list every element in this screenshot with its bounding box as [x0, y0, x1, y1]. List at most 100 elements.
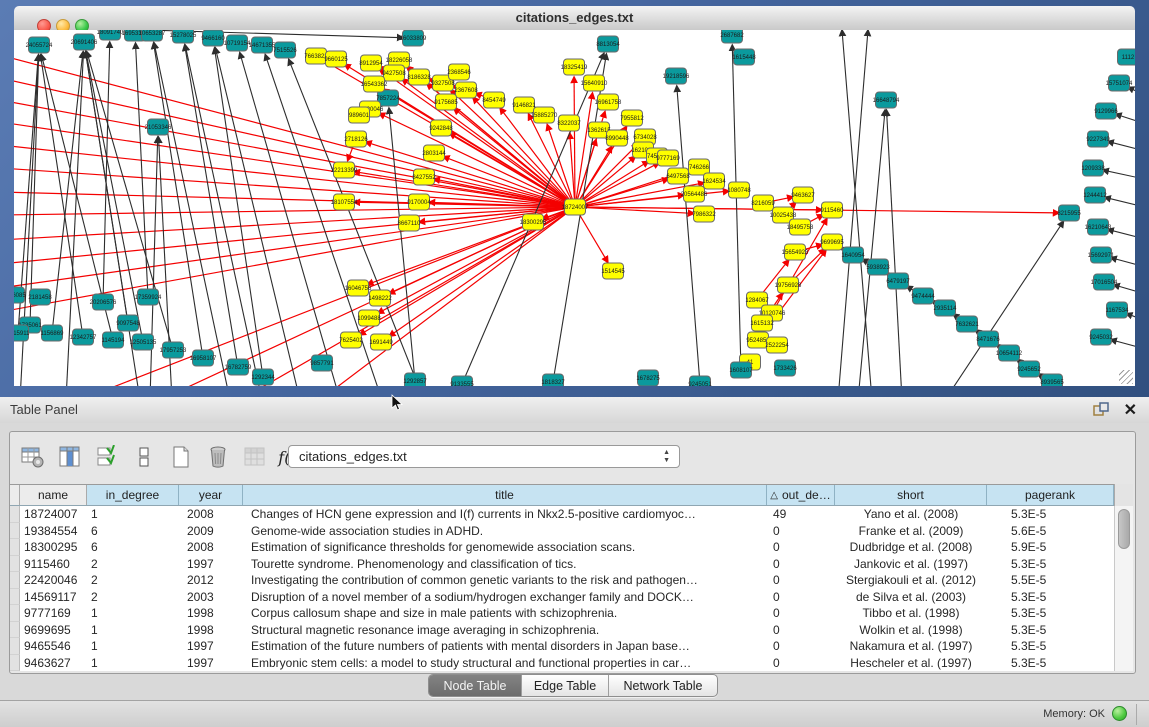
network-window-titlebar[interactable]: citations_edges.txt	[14, 6, 1135, 31]
graph-node[interactable]: 9245051	[688, 376, 712, 386]
table-cell[interactable]: 19384554	[20, 523, 87, 540]
graph-node[interactable]: 24055724	[26, 37, 53, 53]
table-cell[interactable]: 1997	[179, 638, 243, 655]
column-header-out_de[interactable]: △out_de…	[767, 485, 835, 505]
graph-node[interactable]: 6497568	[666, 168, 690, 184]
table-cell[interactable]: 0	[767, 638, 835, 655]
table-cell[interactable]: 5.9E-5	[987, 539, 1114, 556]
graph-node[interactable]: 19218596	[663, 68, 690, 84]
graph-node[interactable]: 9660125	[324, 51, 348, 67]
table-cell[interactable]: 9463627	[20, 655, 87, 672]
graph-node[interactable]: 2367608	[454, 82, 478, 98]
close-panel-icon[interactable]: ✕	[1124, 400, 1137, 420]
graph-node[interactable]: 2718126	[344, 131, 368, 147]
table-cell[interactable]: Wolkin et al. (1998)	[835, 622, 987, 639]
table-cell[interactable]: Tourette syndrome. Phenomenology and cla…	[243, 556, 767, 573]
graph-node[interactable]: 8990448	[605, 130, 629, 146]
graph-node[interactable]: 3915911	[14, 325, 30, 341]
table-cell[interactable]: 6	[87, 539, 179, 556]
delete-column-icon[interactable]	[204, 443, 232, 471]
table-cell[interactable]: 9115460	[20, 556, 87, 573]
graph-node[interactable]: 2935114	[934, 300, 958, 316]
graph-node[interactable]: 17957253	[160, 342, 187, 358]
graph-node[interactable]: 16033809	[400, 30, 427, 46]
graph-node[interactable]: 8813054	[596, 36, 620, 52]
table-row[interactable]: 969969511998Structural magnetic resonanc…	[10, 622, 1133, 639]
table-cell[interactable]: Genome-wide association studies in ADHD.	[243, 523, 767, 540]
table-cell[interactable]: 5.3E-5	[987, 622, 1114, 639]
graph-node[interactable]: 16958107	[190, 350, 217, 366]
graph-node[interactable]: 18325419	[561, 59, 588, 75]
graph-node[interactable]: 5938923	[866, 259, 890, 275]
graph-node[interactable]: 1818327	[541, 374, 565, 386]
table-cell[interactable]: 1997	[179, 655, 243, 672]
tab-edge-table[interactable]: Edge Table	[522, 675, 609, 696]
table-cell[interactable]: 2008	[179, 539, 243, 556]
graph-node[interactable]: 9129966	[1094, 103, 1118, 119]
table-cell[interactable]: Jankovic et al. (1997)	[835, 556, 987, 573]
graph-node[interactable]: 16543362	[361, 76, 388, 92]
graph-node[interactable]: 17359924	[135, 289, 162, 305]
column-header-year[interactable]: year	[179, 485, 243, 505]
graph-node[interactable]: 1691449	[369, 334, 393, 350]
graph-node[interactable]: 989601	[349, 107, 370, 123]
table-cell[interactable]: 5.3E-5	[987, 506, 1114, 523]
table-row[interactable]: 977716911998Corpus callosum shape and si…	[10, 605, 1133, 622]
new-column-icon[interactable]	[167, 443, 195, 471]
graph-node[interactable]: 1608107	[729, 362, 753, 378]
graph-node[interactable]: 19756928	[775, 277, 802, 293]
graph-node[interactable]: 9097548	[116, 315, 140, 331]
table-cell[interactable]: 2	[87, 589, 179, 606]
show-columns-icon[interactable]	[56, 443, 84, 471]
table-cell[interactable]: 0	[767, 572, 835, 589]
table-cell[interactable]: 9699695	[20, 622, 87, 639]
graph-node[interactable]: 9227349	[1086, 131, 1110, 147]
table-cell[interactable]: 2003	[179, 589, 243, 606]
graph-node[interactable]: 1292857	[403, 373, 427, 386]
graph-node[interactable]: 17016504	[1091, 274, 1118, 290]
table-cell[interactable]: Disruption of a novel member of a sodium…	[243, 589, 767, 606]
graph-node[interactable]: 7986322	[692, 206, 716, 222]
column-header-in_degree[interactable]: in_degree	[87, 485, 179, 505]
table-cell[interactable]: 0	[767, 556, 835, 573]
table-cell[interactable]: 1	[87, 622, 179, 639]
graph-node[interactable]: 1640954	[841, 247, 865, 263]
float-window-icon[interactable]	[1093, 402, 1109, 418]
graph-node[interactable]: 16210643	[1085, 219, 1112, 235]
tab-network-table[interactable]: Network Table	[609, 675, 717, 696]
row-selection-icon[interactable]	[93, 443, 121, 471]
network-view-canvas[interactable]: 2405572420691406180917401695330110653287…	[14, 30, 1135, 386]
graph-node[interactable]: 10653287	[139, 30, 166, 41]
table-cell[interactable]: 5.3E-5	[987, 556, 1114, 573]
graph-node[interactable]: 18495758	[787, 219, 814, 235]
column-header-title[interactable]: title	[243, 485, 767, 505]
table-cell[interactable]: 2	[87, 556, 179, 573]
table-cell[interactable]: 1997	[179, 556, 243, 573]
graph-node[interactable]: 2368546	[447, 64, 471, 80]
table-cell[interactable]: 5.3E-5	[987, 638, 1114, 655]
table-cell[interactable]: 1998	[179, 622, 243, 639]
table-cell[interactable]: 14569117	[20, 589, 87, 606]
graph-node[interactable]: 9245032	[1089, 329, 1113, 345]
graph-node[interactable]: 1112	[1118, 49, 1136, 65]
graph-node[interactable]: 18107554	[331, 194, 358, 210]
table-cell[interactable]: Estimation of significance thresholds fo…	[243, 539, 767, 556]
graph-node[interactable]: 7625402	[339, 332, 363, 348]
table-cell[interactable]: Hescheler et al. (1997)	[835, 655, 987, 672]
graph-node[interactable]: 9699695	[820, 234, 844, 250]
graph-node[interactable]: 16648794	[873, 92, 900, 108]
graph-node[interactable]: 7515526	[273, 42, 297, 58]
table-cell[interactable]: Investigating the contribution of common…	[243, 572, 767, 589]
table-cell[interactable]: 1	[87, 655, 179, 672]
graph-node[interactable]: 8427552	[412, 169, 436, 185]
table-cell[interactable]: Corpus callosum shape and size in male p…	[243, 605, 767, 622]
graph-node[interactable]: 9474444	[911, 288, 935, 304]
graph-node[interactable]: 9146821	[512, 97, 536, 113]
table-row[interactable]: 1872400712008Changes of HCN gene express…	[10, 506, 1133, 523]
graph-node[interactable]: 8454749	[482, 92, 506, 108]
graph-node[interactable]: 20564486	[681, 186, 708, 202]
graph-node[interactable]: 16046756	[345, 280, 372, 296]
graph-node[interactable]: 1292344	[251, 369, 275, 385]
table-cell[interactable]: Stergiakouli et al. (2012)	[835, 572, 987, 589]
column-header-short[interactable]: short	[835, 485, 987, 505]
